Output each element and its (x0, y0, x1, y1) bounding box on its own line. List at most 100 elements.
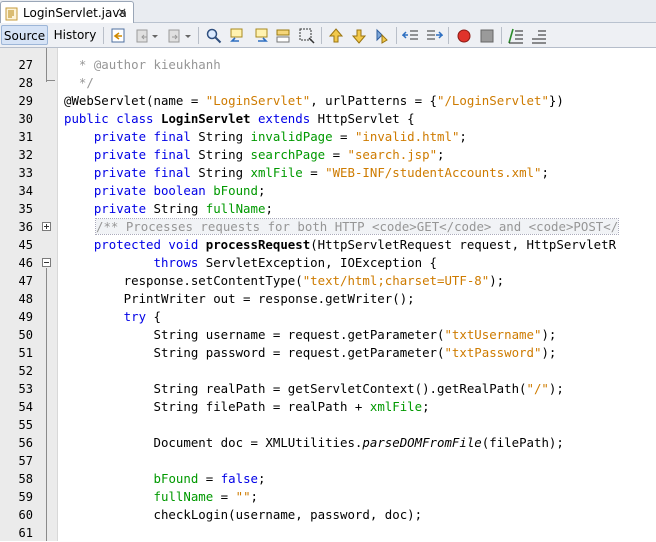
stop-macro-icon[interactable] (478, 27, 496, 45)
line-number: 58 (18, 472, 33, 486)
code-line: 53 String realPath = getServletContext()… (0, 380, 656, 398)
close-icon[interactable]: × (115, 5, 129, 19)
line-number: 30 (18, 112, 33, 126)
start-macro-icon[interactable] (455, 27, 473, 45)
shift-right-icon[interactable] (425, 27, 444, 45)
previous-bookmark-icon[interactable] (327, 27, 345, 45)
line-number: 29 (18, 94, 33, 108)
code-line: 32 private final String searchPage = "se… (0, 146, 656, 164)
line-number: 46 (18, 256, 33, 270)
code-text: throws ServletException, IOException { (64, 255, 437, 270)
chevron-down-icon[interactable] (151, 27, 159, 45)
toolbar-separator (103, 27, 104, 44)
tab-title: LoginServlet.java (23, 5, 127, 20)
line-number: 49 (18, 310, 33, 324)
code-text: * @author kieukhanh (64, 57, 221, 72)
shift-left-icon[interactable] (401, 27, 420, 45)
line-number: 60 (18, 508, 33, 522)
line-number: 28 (18, 76, 33, 90)
toolbar-separator (198, 27, 199, 44)
code-text: private final String invalidPage = "inva… (64, 129, 467, 144)
toggle-bookmark-icon[interactable] (373, 27, 391, 45)
code-line: 29 @WebServlet(name = "LoginServlet", ur… (0, 92, 656, 110)
editor-toolbar: Source History (0, 23, 656, 48)
code-line: 56 Document doc = XMLUtilities.parseDOMF… (0, 434, 656, 452)
code-line: 46 throws ServletException, IOException … (0, 254, 656, 272)
line-number: 34 (18, 184, 33, 198)
line-number: 51 (18, 346, 33, 360)
line-number: 53 (18, 382, 33, 396)
line-number: 48 (18, 292, 33, 306)
history-button[interactable]: History (51, 25, 99, 45)
code-line: 50 String username = request.getParamete… (0, 326, 656, 344)
line-number: 57 (18, 454, 33, 468)
code-text: String filePath = realPath + xmlFile; (64, 399, 430, 414)
code-line: 27 * @author kieukhanh (0, 56, 656, 74)
last-edit-icon[interactable] (110, 27, 128, 45)
line-number: 35 (18, 202, 33, 216)
source-button[interactable]: Source (1, 25, 48, 45)
tab-loginservlet-java[interactable]: LoginServlet.java × (0, 1, 134, 23)
line-number: 55 (18, 418, 33, 432)
code-text: checkLogin(username, password, doc); (64, 507, 423, 522)
code-line: 60 checkLogin(username, password, doc); (0, 506, 656, 524)
java-file-icon (5, 6, 19, 20)
uncomment-icon[interactable] (530, 27, 548, 45)
next-bookmark-icon[interactable] (350, 27, 368, 45)
comment-icon[interactable] (507, 27, 525, 45)
line-number: 27 (18, 58, 33, 72)
navigate-forward-icon[interactable] (166, 27, 184, 45)
code-text: */ (64, 75, 94, 90)
code-text: private boolean bFound; (64, 183, 266, 198)
line-number: 61 (18, 526, 33, 540)
line-number: 50 (18, 328, 33, 342)
code-line: 48 PrintWriter out = response.getWriter(… (0, 290, 656, 308)
navigate-back-icon[interactable] (134, 27, 152, 45)
code-line: 31 private final String invalidPage = "i… (0, 128, 656, 146)
code-line: 49 try { (0, 308, 656, 326)
code-line: 58 bFound = false; (0, 470, 656, 488)
code-text: private String fullName; (64, 201, 273, 216)
toggle-rect-selection-icon[interactable] (298, 27, 316, 45)
code-line: 33 private final String xmlFile = "WEB-I… (0, 164, 656, 182)
code-editor[interactable]: 27 * @author kieukhanh 28 */ 29 @WebServ… (0, 48, 656, 541)
code-line: 34 private boolean bFound; (0, 182, 656, 200)
code-text: String password = request.getParameter("… (64, 345, 557, 360)
code-line: 30 public class LoginServlet extends Htt… (0, 110, 656, 128)
editor-tab-strip: LoginServlet.java × (0, 0, 656, 23)
line-number: 36 (18, 220, 33, 234)
toolbar-separator (501, 27, 502, 44)
code-text: String username = request.getParameter("… (64, 327, 557, 342)
code-text: public class LoginServlet extends HttpSe… (64, 111, 415, 126)
line-number: 54 (18, 400, 33, 414)
collapsed-javadoc[interactable]: /** Processes requests for both HTTP <co… (94, 218, 620, 236)
find-icon[interactable] (205, 27, 223, 45)
toolbar-separator (321, 27, 322, 44)
code-text: Document doc = XMLUtilities.parseDOMFrom… (64, 435, 564, 450)
expand-fold-icon[interactable] (42, 222, 51, 231)
code-line: 55 (0, 416, 656, 434)
line-number: 56 (18, 436, 33, 450)
code-line: 52 (0, 362, 656, 380)
code-line: 54 String filePath = realPath + xmlFile; (0, 398, 656, 416)
toolbar-separator (448, 27, 449, 44)
code-text: private final String searchPage = "searc… (64, 147, 445, 162)
line-number: 33 (18, 166, 33, 180)
code-line: 59 fullName = ""; (0, 488, 656, 506)
collapse-fold-icon[interactable] (42, 258, 51, 267)
code-text: PrintWriter out = response.getWriter(); (64, 291, 415, 306)
code-text: private final String xmlFile = "WEB-INF/… (64, 165, 549, 180)
toggle-highlight-icon[interactable] (275, 27, 293, 45)
code-line: 57 (0, 452, 656, 470)
find-previous-icon[interactable] (229, 27, 247, 45)
code-line: 51 String password = request.getParamete… (0, 344, 656, 362)
line-number: 59 (18, 490, 33, 504)
find-next-icon[interactable] (252, 27, 270, 45)
line-number: 47 (18, 274, 33, 288)
code-line: 35 private String fullName; (0, 200, 656, 218)
code-line: 61 (0, 524, 656, 542)
toolbar-separator (396, 27, 397, 44)
code-line: 45 protected void processRequest(HttpSer… (0, 236, 656, 254)
line-number: 31 (18, 130, 33, 144)
chevron-down-icon[interactable] (184, 27, 192, 45)
